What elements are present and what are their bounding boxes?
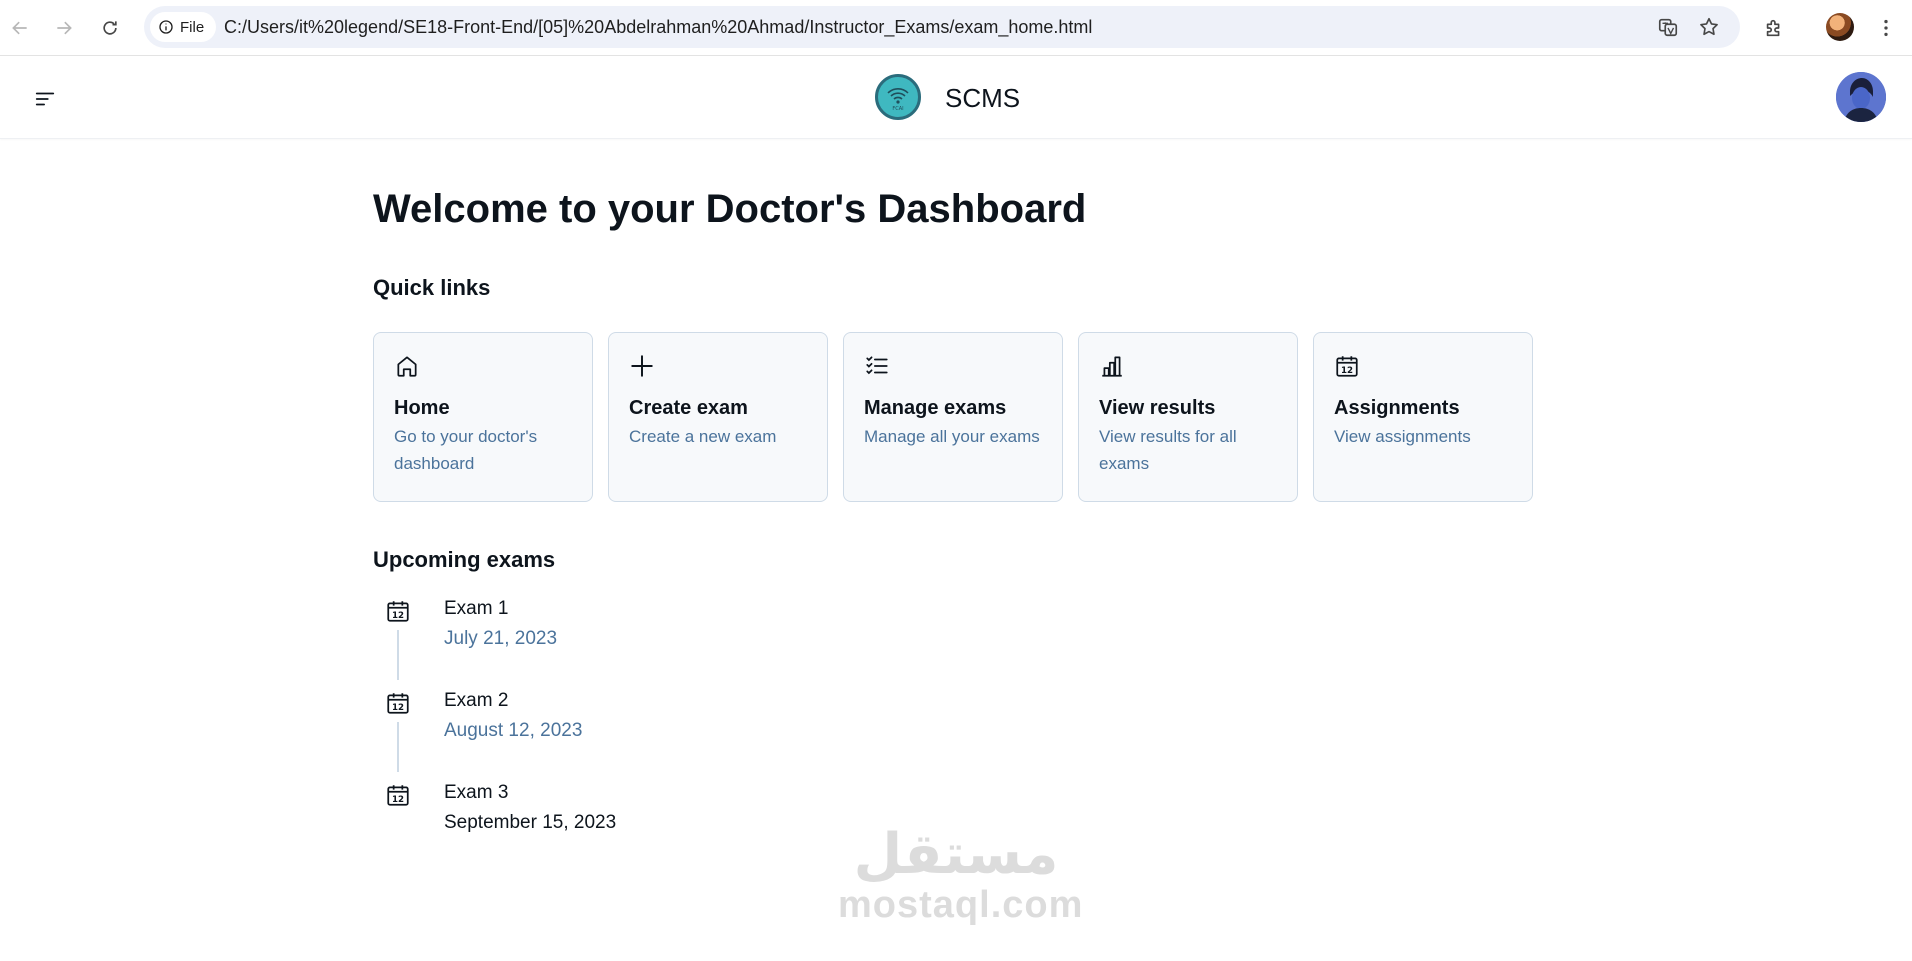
forward-button[interactable] [48,12,80,44]
user-portrait-icon [1836,72,1886,122]
list-item[interactable]: 12 Exam 2 August 12, 2023 [373,686,973,778]
exam-name: Exam 2 [444,690,509,711]
arrow-left-icon [12,21,27,35]
extensions-button[interactable] [1758,12,1790,44]
exam-name: Exam 3 [444,782,509,803]
calendar-icon: 12 [385,598,411,624]
quick-link-view-results[interactable]: View results View results for all exams [1078,332,1298,502]
star-icon [1700,17,1718,36]
page-title: Welcome to your Doctor's Dashboard [373,187,1087,231]
card-title: Create exam [629,397,748,419]
list-checks-icon [864,353,890,379]
address-bar[interactable]: File C:/Users/it%20legend/SE18-Front-End… [144,6,1740,48]
logo-text: FCAI [892,106,903,112]
card-description: View results for all exams [1099,427,1237,473]
svg-text:12: 12 [392,795,404,805]
house-icon [394,353,420,379]
svg-text:12: 12 [392,703,404,713]
plus-icon [629,353,655,379]
card-description: Manage all your exams [864,427,1040,446]
back-button[interactable] [4,12,36,44]
fcai-logo: FCAI [875,74,921,120]
menu-button[interactable] [30,84,60,114]
card-description: Go to your doctor's dashboard [394,427,538,473]
quick-links: Home Go to your doctor's dashboard Creat… [373,332,1533,502]
upcoming-exams-title: Upcoming exams [373,547,556,572]
app-header: FCAI SCMS [0,57,1912,139]
browser-menu-button[interactable] [1870,12,1902,44]
url-text[interactable]: C:/Users/it%20legend/SE18-Front-End/[05]… [224,17,1092,38]
browser-profile-avatar[interactable] [1826,13,1854,41]
exam-name: Exam 1 [444,598,509,619]
menu-icon [35,92,55,106]
svg-text:12: 12 [392,611,404,621]
card-description: View assignments [1334,427,1471,446]
wifi-logo-icon: FCAI [887,88,909,112]
quick-link-manage-exams[interactable]: Manage exams Manage all your exams [843,332,1063,502]
reload-button[interactable] [94,12,126,44]
timeline-connector [397,630,399,680]
site-info-chip[interactable]: File [150,12,217,42]
translate-icon [1658,18,1678,37]
bar-chart-icon [1099,353,1125,379]
file-chip-label: File [180,18,205,36]
calendar-icon: 12 [1334,353,1360,379]
exam-date: August 12, 2023 [444,720,583,741]
card-title: Manage exams [864,397,1007,419]
watermark-arabic: مستقل [853,822,1059,887]
quick-links-title: Quick links [373,275,491,300]
calendar-icon: 12 [385,690,411,716]
svg-text:12: 12 [1341,366,1353,376]
translate-button[interactable] [1656,15,1680,39]
exam-date: July 21, 2023 [444,628,558,649]
reload-icon [103,21,117,35]
bookmark-button[interactable] [1697,15,1721,39]
quick-link-create-exam[interactable]: Create exam Create a new exam [608,332,828,502]
watermark-latin: mostaql.com [838,884,1084,926]
card-description: Create a new exam [629,427,777,446]
timeline-connector [397,722,399,772]
calendar-icon: 12 [385,782,411,808]
puzzle-icon [1766,19,1780,37]
card-title: Assignments [1334,397,1460,419]
list-item[interactable]: 12 Exam 1 July 21, 2023 [373,594,973,686]
card-title: View results [1099,397,1216,419]
arrow-right-icon [57,21,72,35]
browser-toolbar: File C:/Users/it%20legend/SE18-Front-End… [0,0,1912,56]
more-vertical-icon [1884,19,1888,37]
exam-date: September 15, 2023 [444,812,617,833]
info-icon [159,20,173,34]
app-title: SCMS [945,83,1021,113]
quick-link-home[interactable]: Home Go to your doctor's dashboard [373,332,593,502]
card-title: Home [394,397,450,419]
user-avatar[interactable] [1836,72,1886,122]
mostaql-watermark: مستقل mostaql.com [838,822,1084,926]
quick-link-assignments[interactable]: 12 Assignments View assignments [1313,332,1533,502]
